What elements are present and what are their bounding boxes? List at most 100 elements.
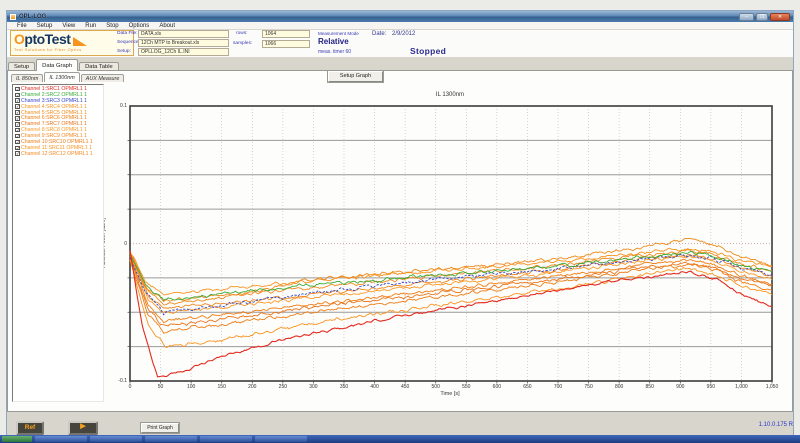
menu-options[interactable]: Options xyxy=(125,23,154,29)
series-channel-2-src2-opmrl1-1 xyxy=(130,251,772,300)
optotest-logo: OptoTest Test Solutions for Fiber Optics xyxy=(10,30,134,56)
subtab-aux-measure[interactable]: AUX Measure xyxy=(81,74,125,82)
x-tick-label: 700 xyxy=(546,384,570,390)
series-channel-12-src12-opmrl1-1 xyxy=(130,250,772,302)
x-tick-label: 0 xyxy=(118,384,142,390)
close-button[interactable]: ✕ xyxy=(770,13,790,21)
x-tick-label: 150 xyxy=(210,384,234,390)
y-tick-label: 0 xyxy=(109,241,127,247)
menu-run[interactable]: Run xyxy=(81,23,100,29)
version-text: 1.10.0.175 R xyxy=(700,422,793,428)
channel-checkbox[interactable]: ✓ xyxy=(15,151,20,156)
channel-list[interactable]: ✓Channel 1:SRC1 OPMRL1 1✓Channel 2:SRC2 … xyxy=(12,84,104,402)
setup-field[interactable]: OPLLOG_12Ch IL.INI xyxy=(138,48,229,56)
x-tick-label: 400 xyxy=(363,384,387,390)
setup-graph-button[interactable]: Setup Graph xyxy=(328,71,383,82)
print-graph-button[interactable]: Print Graph xyxy=(141,423,179,433)
taskbar xyxy=(0,435,800,443)
ref-button[interactable]: Ref xyxy=(16,421,44,435)
chart-title: IL 1300nm xyxy=(380,92,520,98)
channel-checkbox[interactable]: ✓ xyxy=(15,93,20,98)
setup-label: Setup: xyxy=(117,49,131,54)
measurement-mode-label: Measurement Mode xyxy=(318,31,359,36)
menu-view[interactable]: View xyxy=(58,23,79,29)
logo-letter-o: O xyxy=(14,31,24,47)
channel-checkbox[interactable]: ✓ xyxy=(15,134,20,139)
menu-stop[interactable]: Stop xyxy=(102,23,122,29)
taskbar-item xyxy=(255,436,307,442)
channel-checkbox[interactable]: ✓ xyxy=(15,87,20,92)
menu-setup[interactable]: Setup xyxy=(33,23,57,29)
x-tick-label: 900 xyxy=(668,384,692,390)
logo-text: OptoTest xyxy=(14,32,70,47)
x-tick-label: 300 xyxy=(301,384,325,390)
samples-field[interactable]: 1066 xyxy=(262,40,310,48)
logo-triangle-icon xyxy=(73,37,87,46)
channel-checkbox[interactable]: ✓ xyxy=(15,122,20,127)
window-title: OPL-LOG xyxy=(19,14,46,20)
x-tick-label: 600 xyxy=(485,384,509,390)
x-tick-label: 800 xyxy=(607,384,631,390)
subtab-il-1300nm[interactable]: IL 1300nm xyxy=(44,72,79,82)
taskbar-start-button xyxy=(2,436,32,442)
date-label: Date: xyxy=(372,31,386,37)
measurement-mode-value: Relative xyxy=(318,37,349,46)
samples-label: samples: xyxy=(233,41,252,46)
x-tick-label: 950 xyxy=(699,384,723,390)
logo-letters-rest: ptoTest xyxy=(24,31,70,47)
tab-data-graph[interactable]: Data Graph xyxy=(36,59,78,71)
minimize-button[interactable]: – xyxy=(739,13,754,21)
subtab-il-850nm[interactable]: IL 850nm xyxy=(11,74,43,82)
x-tick-label: 1,000 xyxy=(729,384,753,390)
meas-timer-label: meas. timer 60 xyxy=(318,49,351,55)
sequence-field[interactable]: 12Ch MTP to Breakout.xls xyxy=(138,39,229,47)
channel-row[interactable]: ✓Channel 12:SRC12 OPMRL1 1 xyxy=(14,151,103,157)
window-controls: – ❐ ✕ xyxy=(739,13,790,21)
channel-checkbox[interactable]: ✓ xyxy=(15,128,20,133)
data-file-field[interactable]: DATA.xls xyxy=(138,30,229,38)
x-tick-label: 750 xyxy=(577,384,601,390)
channel-checkbox[interactable]: ✓ xyxy=(15,146,20,151)
channel-checkbox[interactable]: ✓ xyxy=(15,140,20,145)
x-tick-label: 850 xyxy=(638,384,662,390)
data-file-label: Data File: xyxy=(117,31,138,36)
y-tick-label: 0.1 xyxy=(109,103,127,109)
x-tick-label: 200 xyxy=(240,384,264,390)
channel-checkbox[interactable]: ✓ xyxy=(15,98,20,103)
sequence-label: Sequence: xyxy=(117,40,140,45)
x-tick-label: 100 xyxy=(179,384,203,390)
title-bar[interactable]: OPL-LOG – ❐ ✕ xyxy=(7,11,793,22)
x-tick-label: 50 xyxy=(149,384,173,390)
chart-plot[interactable] xyxy=(130,106,772,381)
x-tick-label: 350 xyxy=(332,384,356,390)
x-tick-label: 550 xyxy=(454,384,478,390)
sub-tab-strip: IL 850nmIL 1300nmAUX Measure xyxy=(11,72,124,82)
menu-bar: FileSetupViewRunStopOptionsAbout xyxy=(7,22,793,30)
restore-button[interactable]: ❐ xyxy=(756,13,768,21)
rows-label: rows: xyxy=(236,31,247,36)
menu-file[interactable]: File xyxy=(13,23,31,29)
x-tick-label: 1,050 xyxy=(760,384,784,390)
logo-tagline: Test Solutions for Fiber Optics xyxy=(14,48,130,52)
taskbar-item xyxy=(90,436,142,442)
x-tick-label: 650 xyxy=(515,384,539,390)
rows-field[interactable]: 1064 xyxy=(262,30,310,38)
series-channel-4-src4-opmrl1-1 xyxy=(130,248,772,295)
play-icon: ▶ xyxy=(80,423,85,430)
x-tick-label: 500 xyxy=(424,384,448,390)
x-tick-label: 450 xyxy=(393,384,417,390)
app-icon xyxy=(10,14,16,20)
taskbar-item xyxy=(200,436,252,442)
x-axis-label: Time [s] xyxy=(423,391,477,397)
taskbar-item xyxy=(145,436,197,442)
play-button[interactable]: ▶ xyxy=(68,421,98,435)
channel-checkbox[interactable]: ✓ xyxy=(15,116,20,121)
date-value: 2/9/2012 xyxy=(392,31,415,37)
channel-label: Channel 12:SRC12 OPMRL1 1 xyxy=(21,151,93,157)
menu-about[interactable]: About xyxy=(155,23,179,29)
x-tick-label: 250 xyxy=(271,384,295,390)
taskbar-item xyxy=(35,436,87,442)
channel-checkbox[interactable]: ✓ xyxy=(15,110,20,115)
screen: OPL-LOG – ❐ ✕ FileSetupViewRunStopOption… xyxy=(0,0,800,443)
channel-checkbox[interactable]: ✓ xyxy=(15,104,20,109)
